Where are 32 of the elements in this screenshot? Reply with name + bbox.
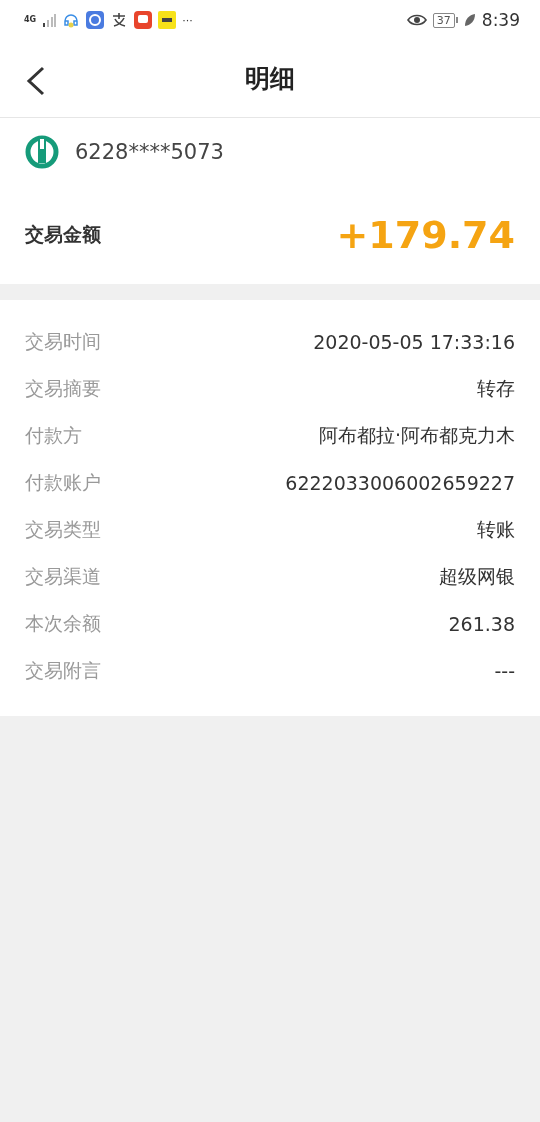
network-label: 4G bbox=[24, 16, 37, 24]
signal-icon bbox=[42, 13, 57, 27]
clock: 8:39 bbox=[481, 10, 520, 30]
detail-value: 6222033006002659227 bbox=[285, 471, 515, 494]
detail-value: 261.38 bbox=[448, 612, 515, 635]
leaf-icon bbox=[463, 13, 476, 27]
card-number: 6228****5073 bbox=[75, 140, 224, 164]
detail-label: 交易摘要 bbox=[25, 375, 101, 401]
detail-value: 2020-05-05 17:33:16 bbox=[313, 330, 515, 353]
battery-level: 37 bbox=[432, 12, 455, 28]
detail-label: 付款方 bbox=[25, 422, 82, 448]
more-notifications-label: ··· bbox=[182, 13, 193, 27]
detail-value: 转账 bbox=[477, 516, 515, 542]
detail-label: 付款账户 bbox=[25, 469, 101, 495]
headset-icon bbox=[62, 11, 81, 29]
app-icon bbox=[86, 11, 105, 29]
detail-value: 转存 bbox=[477, 375, 515, 401]
detail-label: 交易附言 bbox=[25, 657, 101, 683]
detail-label: 交易类型 bbox=[25, 516, 101, 542]
page-title: 明细 bbox=[245, 63, 295, 95]
eye-icon bbox=[406, 13, 427, 27]
bank-logo-icon bbox=[25, 135, 59, 169]
amount-value: +179.74 bbox=[336, 213, 515, 257]
amount-label: 交易金额 bbox=[25, 222, 101, 247]
detail-label: 交易渠道 bbox=[25, 563, 101, 589]
app-icon bbox=[158, 11, 177, 29]
detail-label: 交易时间 bbox=[25, 328, 101, 354]
back-icon[interactable] bbox=[24, 66, 46, 96]
detail-value: --- bbox=[494, 659, 515, 682]
detail-value: 阿布都拉·阿布都克力木 bbox=[318, 422, 515, 448]
detail-label: 本次余额 bbox=[25, 610, 101, 636]
detail-value: 超级网银 bbox=[439, 563, 515, 589]
